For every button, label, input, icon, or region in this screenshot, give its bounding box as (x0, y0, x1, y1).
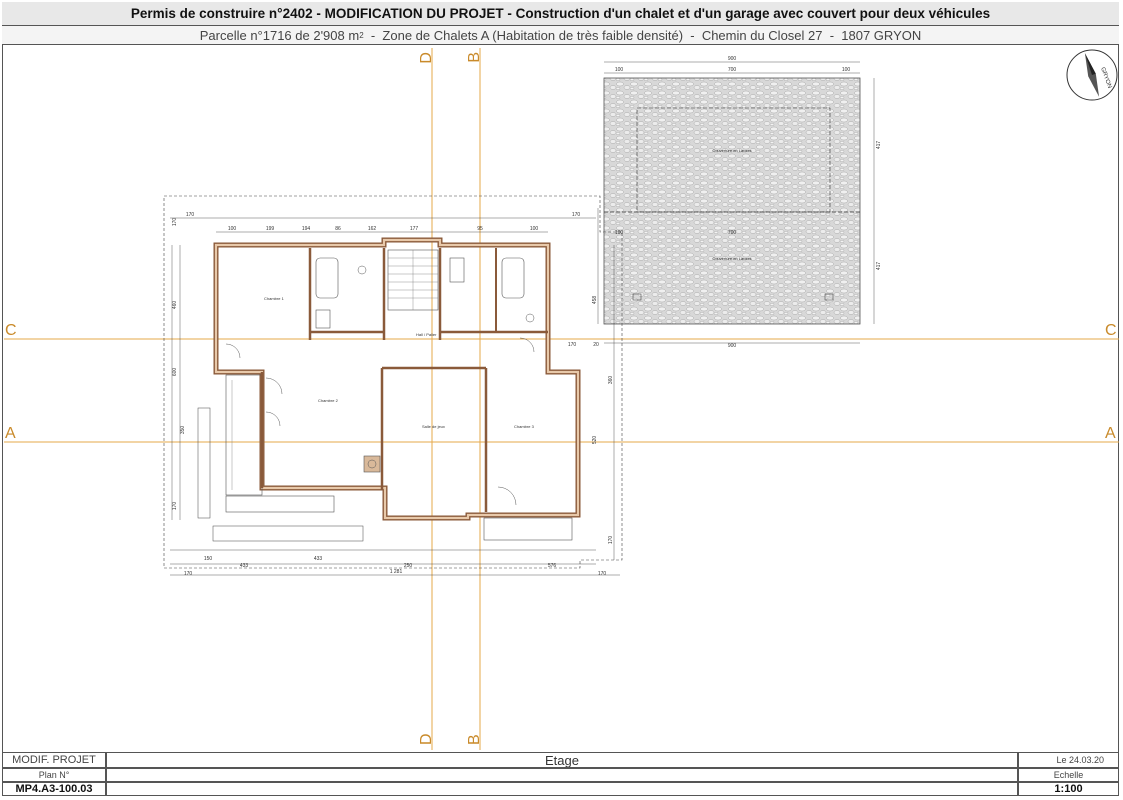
dim-bottom-end-right: 170 (598, 571, 607, 577)
room-salle: Salle de jeux (422, 424, 445, 429)
title-block: MODIF. PROJET Etage Le 24.03.20 Plan N° … (2, 752, 1119, 796)
dim-top-small-7: 95 (477, 226, 483, 232)
room-chambre-1: Chambre 1 (264, 296, 285, 301)
axis-c-right-label: C (1105, 322, 1117, 339)
dim-left-4: 350 (180, 426, 186, 435)
compass-label: GRYON (1099, 67, 1112, 90)
sheet-title-cell: Etage (106, 752, 1018, 768)
axis-b-top-label: B (466, 52, 483, 63)
dim-top-left: 170 (186, 212, 195, 218)
plan-label-text: Plan N° (38, 770, 70, 780)
dim-right-5: 170 (608, 536, 614, 545)
room-chambre-2: Chambre 2 (318, 398, 339, 403)
dim-bottom-total: 1 281 (390, 569, 403, 575)
blank-row-2 (106, 768, 1018, 782)
dim-left-3: 600 (172, 368, 178, 377)
dim-top-small-6: 177 (410, 226, 419, 232)
garage-left-mid: 458 (592, 296, 598, 305)
garage-right-lower: 417 (876, 262, 882, 271)
garage-top-part-3: 100 (842, 67, 851, 73)
garage-bottom-total: 900 (728, 343, 737, 349)
axis-lines (4, 48, 1119, 750)
status-cell: MODIF. PROJET (2, 752, 106, 768)
roof-label-lower: Couverture en Lauzes (712, 256, 751, 261)
axis-labels: D B D B C C A A (5, 52, 1117, 745)
dim-bottom-2: 433 (314, 556, 323, 562)
scale-text: 1:100 (1054, 783, 1083, 795)
garage-mid-part-2: 700 (728, 230, 737, 236)
north-arrow-icon: GRYON (1066, 49, 1118, 101)
dim-top-small-4: 86 (335, 226, 341, 232)
dim-right-4: 520 (592, 436, 598, 445)
blank-row-3 (106, 782, 1018, 796)
date-cell: Le 24.03.20 (1018, 752, 1119, 768)
garage-top-part-1: 100 (615, 67, 624, 73)
dim-top-small-5: 162 (368, 226, 377, 232)
dim-bottom-4: 250 (404, 563, 413, 569)
axis-b-bottom-label: B (466, 734, 483, 745)
dim-top-small-2: 199 (266, 226, 275, 232)
garage-top-part-2: 700 (728, 67, 737, 73)
date-text: Le 24.03.20 (1056, 755, 1104, 765)
plan-number-text: MP4.A3-100.03 (15, 783, 93, 795)
garage-right-upper: 417 (876, 141, 882, 150)
dim-right-2: 20 (593, 342, 599, 348)
dim-right-3: 360 (608, 376, 614, 385)
scale-label-text: Echelle (1053, 770, 1084, 780)
dim-right-1: 170 (568, 342, 577, 348)
axis-c-left-label: C (5, 322, 17, 339)
scale-label-cell: Echelle (1018, 768, 1119, 782)
dim-left-5: 170 (172, 502, 178, 511)
sheet-title-text: Etage (545, 752, 579, 768)
garage-top-total: 900 (728, 56, 737, 62)
dim-top-right: 170 (572, 212, 581, 218)
axis-a-left-label: A (5, 425, 16, 442)
room-chambre-3: Chambre 3 (514, 424, 535, 429)
house-walls: Chambre 1 Chambre 2 Chambre 3 Hall / Pal… (213, 237, 581, 541)
dim-left-2: 460 (172, 301, 178, 310)
dim-bottom-end-left: 170 (184, 571, 193, 577)
dim-bottom-3: 433 (240, 563, 249, 569)
dim-top-small-1: 100 (228, 226, 237, 232)
dim-top-small-8: 100 (530, 226, 539, 232)
axis-d-bottom-label: D (418, 733, 435, 745)
garage-roof: Couverture en Lauzes Couverture en Lauze… (592, 56, 882, 349)
status-text: MODIF. PROJET (12, 754, 96, 766)
dim-bottom-5: 576 (548, 563, 557, 569)
roof-label-upper: Couverture en Lauzes (712, 148, 751, 153)
axis-d-top-label: D (418, 52, 435, 64)
house-dimensions: 170 170 100 199 194 86 162 177 95 100 17… (170, 212, 620, 577)
dim-bottom-1: 150 (204, 556, 213, 562)
scale-cell: 1:100 (1018, 782, 1119, 796)
floor-plan-drawing: D B D B C C A A Couverture en Lauzes Cou… (4, 48, 1119, 750)
room-hall: Hall / Palier (416, 332, 437, 337)
dim-left-1: 170 (172, 218, 178, 227)
axis-a-right-label: A (1105, 425, 1116, 442)
dim-top-small-3: 194 (302, 226, 311, 232)
plan-label-cell: Plan N° (2, 768, 106, 782)
plan-number-cell: MP4.A3-100.03 (2, 782, 106, 796)
